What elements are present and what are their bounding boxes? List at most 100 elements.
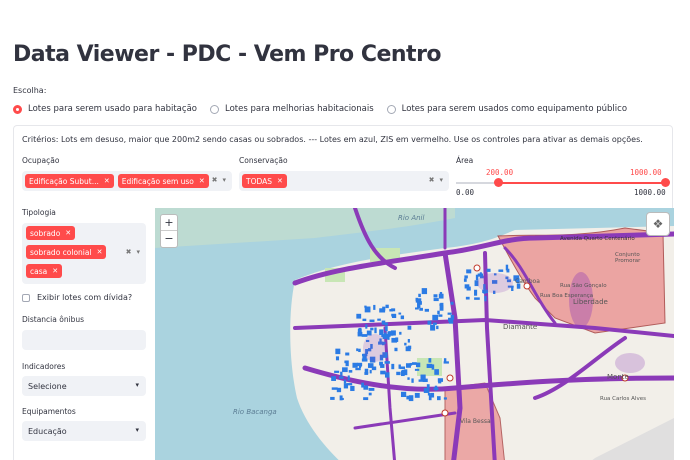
lot-marker[interactable]	[474, 297, 480, 300]
lot-marker[interactable]	[395, 337, 399, 342]
area-slider-high-handle[interactable]	[661, 178, 670, 187]
lot-marker[interactable]	[370, 327, 374, 331]
lot-marker[interactable]	[356, 348, 359, 352]
lot-marker[interactable]	[506, 268, 510, 273]
radio-habitacao[interactable]: Lotes para serem usado para habitação	[13, 104, 197, 114]
lot-marker[interactable]	[344, 360, 348, 364]
lot-marker[interactable]	[399, 331, 402, 335]
lot-marker[interactable]	[438, 314, 443, 317]
lot-marker[interactable]	[430, 324, 436, 331]
lot-marker[interactable]	[479, 272, 482, 276]
lot-marker[interactable]	[466, 269, 472, 274]
zoom-out-button[interactable]: −	[161, 231, 177, 247]
lot-marker[interactable]	[373, 304, 376, 310]
lot-marker[interactable]	[335, 356, 340, 361]
lot-marker[interactable]	[450, 301, 454, 305]
divida-checkbox[interactable]: Exibir lotes com dívida?	[22, 293, 132, 302]
lot-marker[interactable]	[407, 325, 412, 330]
lot-marker[interactable]	[331, 376, 336, 381]
layers-icon[interactable]: ❖	[646, 212, 670, 236]
close-icon[interactable]: ✕	[277, 177, 283, 185]
lot-marker[interactable]	[356, 362, 363, 367]
lot-marker[interactable]	[369, 319, 375, 323]
lot-marker[interactable]	[475, 274, 479, 281]
lot-marker[interactable]	[347, 375, 350, 381]
lot-marker[interactable]	[367, 363, 374, 368]
lot-marker[interactable]	[400, 391, 407, 398]
lot-marker[interactable]	[431, 364, 435, 370]
lot-marker[interactable]	[484, 295, 487, 302]
lot-marker[interactable]	[437, 378, 444, 382]
clear-icon[interactable]: ✖	[212, 176, 218, 184]
lot-marker[interactable]	[420, 374, 426, 380]
lot-marker[interactable]	[404, 342, 407, 346]
chevron-down-icon[interactable]: ▾	[222, 176, 226, 184]
ocupacao-multiselect[interactable]: Edificação Subut... ✕ Edificação sem uso ✕…	[22, 171, 232, 191]
lot-marker[interactable]	[384, 361, 390, 364]
lot-marker[interactable]	[362, 318, 367, 322]
lot-marker[interactable]	[384, 322, 388, 326]
lot-marker[interactable]	[334, 370, 340, 373]
lot-marker[interactable]	[407, 377, 410, 380]
lot-marker[interactable]	[384, 372, 390, 378]
lot-marker[interactable]	[465, 296, 470, 300]
lot-marker[interactable]	[335, 348, 341, 355]
lot-marker[interactable]	[390, 330, 396, 336]
lot-marker[interactable]	[340, 371, 343, 376]
lot-marker[interactable]	[511, 286, 514, 291]
lot-marker[interactable]	[363, 385, 369, 390]
lot-marker[interactable]	[433, 294, 438, 298]
close-icon[interactable]: ✕	[97, 248, 103, 256]
lot-marker[interactable]	[434, 369, 439, 375]
lot-marker[interactable]	[374, 327, 377, 334]
area-slider-track[interactable]	[456, 178, 670, 187]
lot-marker[interactable]	[341, 397, 344, 401]
ocupacao-tag[interactable]: Edificação sem uso ✕	[117, 174, 209, 188]
lot-marker[interactable]	[419, 301, 422, 305]
lot-marker[interactable]	[421, 288, 428, 295]
conservacao-multiselect[interactable]: TODAS ✕ ✖ ▾	[239, 171, 449, 191]
lot-marker[interactable]	[443, 397, 447, 400]
lot-marker[interactable]	[439, 305, 444, 311]
lot-marker[interactable]	[398, 312, 402, 315]
close-icon[interactable]: ✕	[52, 267, 58, 275]
lot-marker[interactable]	[330, 396, 335, 400]
zoom-in-button[interactable]: +	[161, 215, 177, 231]
lot-marker[interactable]	[348, 370, 353, 373]
conservacao-tag[interactable]: TODAS ✕	[242, 174, 287, 188]
lot-marker[interactable]	[368, 392, 372, 396]
tipologia-tag[interactable]: sobrado ✕	[26, 226, 76, 240]
lot-marker[interactable]	[364, 368, 369, 374]
distancia-input[interactable]	[22, 330, 146, 350]
lot-marker[interactable]	[416, 394, 420, 398]
tipologia-tag[interactable]: casa ✕	[26, 264, 63, 278]
lot-marker[interactable]	[408, 395, 414, 402]
tipologia-multiselect[interactable]: sobrado ✕ sobrado colonial ✕ casa ✕ ✖ ▾	[22, 223, 146, 284]
lot-marker[interactable]	[361, 334, 368, 337]
checkbox-icon[interactable]	[22, 293, 30, 302]
lot-marker[interactable]	[486, 268, 491, 272]
lot-marker[interactable]	[391, 313, 396, 317]
ocupacao-tag[interactable]: Edificação Subut... ✕	[25, 174, 114, 188]
lot-marker[interactable]	[447, 312, 452, 315]
lot-marker[interactable]	[432, 322, 437, 325]
lot-marker[interactable]	[427, 392, 431, 396]
lot-marker[interactable]	[443, 361, 449, 364]
equipamentos-select[interactable]: Educação ▾	[22, 421, 146, 441]
chevron-down-icon[interactable]: ▾	[136, 248, 140, 256]
close-icon[interactable]: ✕	[199, 177, 205, 185]
area-slider-low-handle[interactable]	[494, 178, 503, 187]
lot-marker[interactable]	[436, 325, 439, 330]
map-view[interactable]: Rio Anil Rio Bacanga Diamante Liberdade …	[155, 208, 674, 460]
lot-marker[interactable]	[428, 395, 432, 401]
lot-marker[interactable]	[438, 293, 444, 299]
lot-marker[interactable]	[357, 328, 362, 335]
lot-marker[interactable]	[369, 369, 372, 374]
lot-marker[interactable]	[464, 284, 470, 289]
lot-marker[interactable]	[427, 320, 432, 325]
tipologia-tag[interactable]: sobrado colonial ✕	[26, 245, 107, 259]
lot-marker[interactable]	[363, 397, 369, 401]
lot-marker[interactable]	[399, 366, 406, 370]
close-icon[interactable]: ✕	[104, 177, 110, 185]
lot-marker[interactable]	[331, 387, 338, 390]
